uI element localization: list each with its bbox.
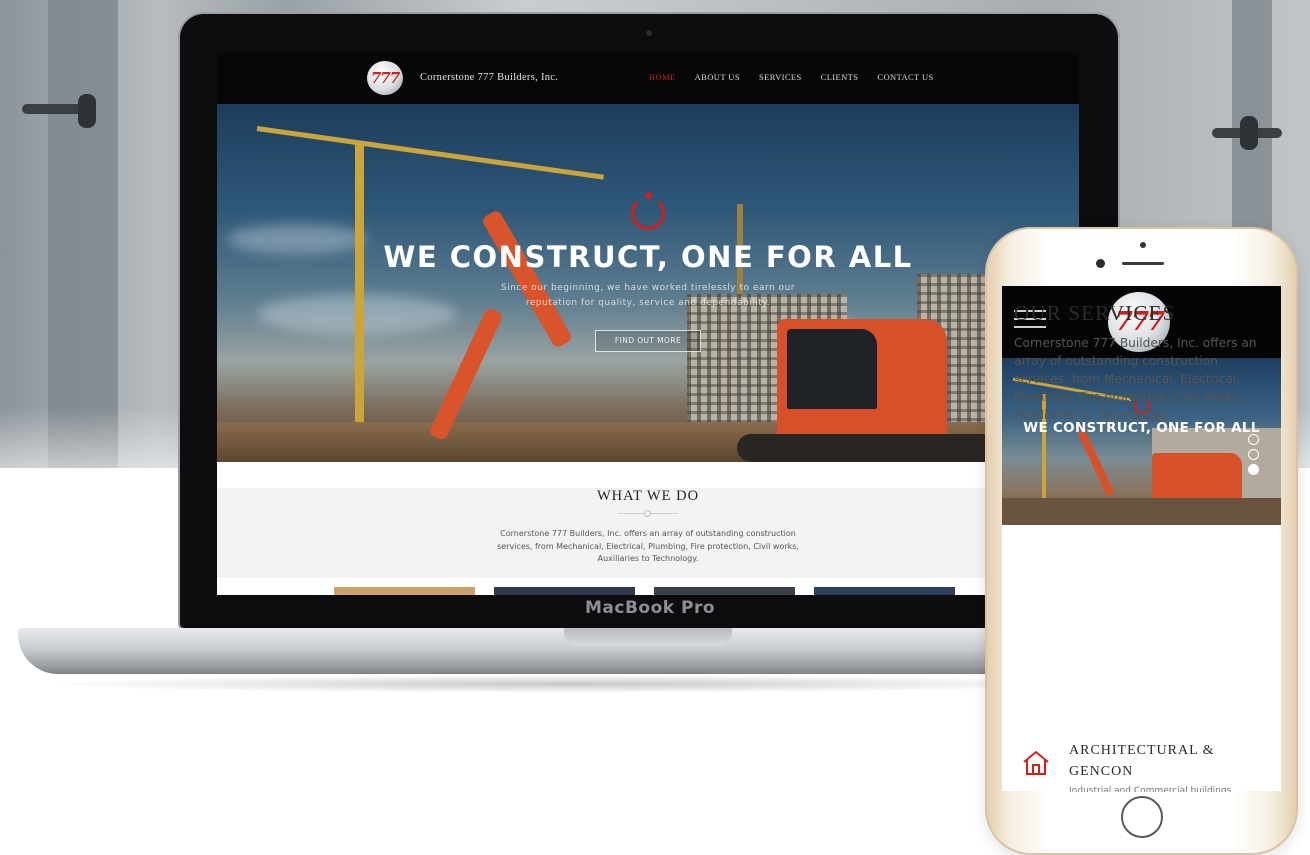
service-thumbnail[interactable] bbox=[654, 587, 795, 595]
desktop-hero-subtitle: Since our beginning, we have worked tire… bbox=[501, 283, 795, 308]
phone-camera bbox=[1096, 259, 1105, 268]
desktop-navbar: 777 Cornerstone 777 Builders, Inc. HOME … bbox=[217, 52, 1079, 104]
laptop-notch bbox=[564, 628, 732, 646]
desktop-logo[interactable]: 777 bbox=[367, 61, 403, 95]
desktop-menu: HOME ABOUT US SERVICES CLIENTS CONTACT U… bbox=[649, 72, 953, 82]
slider-dot[interactable] bbox=[1248, 449, 1259, 460]
our-services-text: Cornerstone 777 Builders, Inc. offers an… bbox=[1014, 336, 1257, 422]
laptop-camera bbox=[646, 30, 652, 36]
nav-home[interactable]: HOME bbox=[649, 72, 676, 82]
excavator-boom bbox=[1077, 429, 1115, 497]
slider-dot[interactable] bbox=[1248, 434, 1259, 445]
door-knob bbox=[78, 94, 96, 128]
what-we-do-text: Cornerstone 777 Builders, Inc. offers an… bbox=[497, 529, 799, 563]
door-frame bbox=[48, 0, 118, 468]
power-icon bbox=[631, 196, 665, 230]
phone-speaker bbox=[1122, 262, 1164, 265]
door-knob bbox=[1240, 116, 1258, 150]
service-thumbnail[interactable] bbox=[334, 587, 475, 595]
service-thumbnails bbox=[334, 587, 955, 595]
nav-clients[interactable]: CLIENTS bbox=[821, 72, 859, 82]
desktop-brand-name[interactable]: Cornerstone 777 Builders, Inc. bbox=[420, 72, 558, 83]
desktop-website-screen: 777 Cornerstone 777 Builders, Inc. HOME … bbox=[217, 52, 1079, 595]
service-thumbnail[interactable] bbox=[494, 587, 635, 595]
excavator-cab bbox=[1152, 453, 1242, 503]
crane-jib bbox=[256, 126, 604, 180]
ground bbox=[1002, 498, 1281, 525]
service-thumbnail[interactable] bbox=[814, 587, 955, 595]
slider-dot-active[interactable] bbox=[1248, 464, 1259, 475]
excavator-tracks bbox=[737, 434, 997, 462]
what-we-do-section: WHAT WE DO Cornerstone 777 Builders, Inc… bbox=[217, 488, 1079, 578]
divider-dot bbox=[644, 510, 651, 517]
home-icon bbox=[1023, 750, 1049, 775]
service-item-title[interactable]: ARCHITECTURAL & GENCON bbox=[1069, 740, 1259, 782]
desktop-hero-title: WE CONSTRUCT, ONE FOR ALL bbox=[383, 240, 913, 274]
laptop-label: MacBook Pro bbox=[584, 598, 716, 618]
desktop-hero: WE CONSTRUCT, ONE FOR ALL Since our begi… bbox=[217, 104, 1079, 462]
phone-sensor bbox=[1140, 242, 1146, 248]
slider-dots bbox=[1248, 434, 1262, 479]
nav-about-us[interactable]: ABOUT US bbox=[695, 72, 740, 82]
what-we-do-title: WHAT WE DO bbox=[596, 488, 700, 504]
our-services-title: OUR SERVICES bbox=[1014, 301, 1176, 325]
service-item-text: Industrial and Commercial buildings bbox=[1069, 786, 1232, 792]
find-out-more-button[interactable]: FIND OUT MORE bbox=[595, 330, 701, 352]
phone-home-button[interactable] bbox=[1121, 796, 1163, 838]
crane-tower bbox=[355, 144, 364, 444]
nav-contact-us[interactable]: CONTACT US bbox=[877, 72, 933, 82]
nav-services[interactable]: SERVICES bbox=[759, 72, 802, 82]
